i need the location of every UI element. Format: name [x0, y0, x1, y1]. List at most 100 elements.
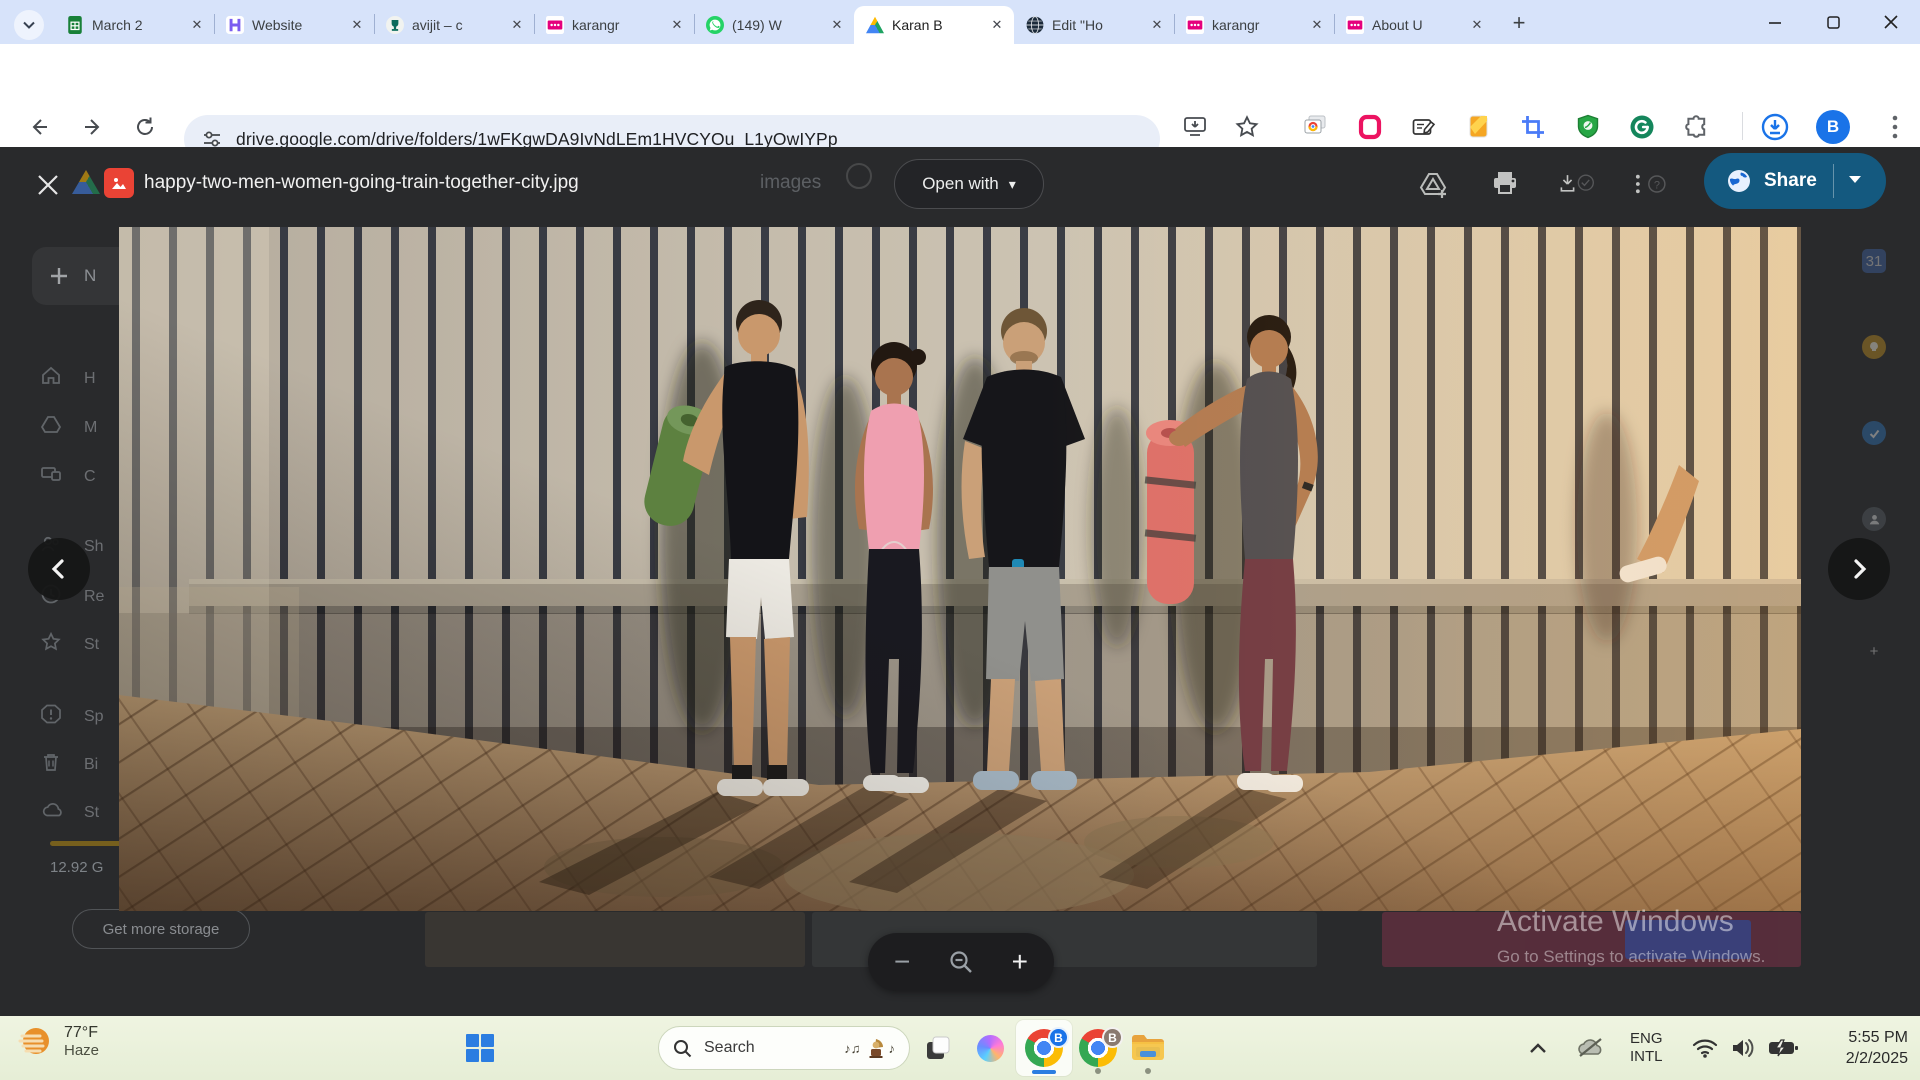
open-with-button[interactable]: Open with ▾: [894, 159, 1044, 209]
language-line2: INTL: [1630, 1048, 1663, 1066]
reload-button[interactable]: [128, 110, 162, 144]
task-view-button[interactable]: [920, 1030, 956, 1066]
ghost-storage-used: 12.92 G: [50, 859, 103, 876]
tab-close-button[interactable]: ✕: [508, 16, 526, 34]
browser-tab-4[interactable]: karangr✕: [534, 6, 694, 44]
tab-close-button[interactable]: ✕: [348, 16, 366, 34]
tab-close-button[interactable]: ✕: [188, 16, 206, 34]
clock[interactable]: 5:55 PM 2/2/2025: [1812, 1016, 1908, 1080]
taskbar-search[interactable]: Search ♪♫ ♪: [658, 1026, 910, 1070]
back-button[interactable]: [22, 110, 56, 144]
browser-tab-5[interactable]: (149) W ✕: [694, 6, 854, 44]
chevron-up-icon: [1528, 1041, 1548, 1055]
tray-date: 2/2/2025: [1846, 1048, 1908, 1069]
tab-close-button[interactable]: ✕: [1148, 16, 1166, 34]
svg-text:?: ?: [1654, 179, 1660, 191]
photos-extension-icon[interactable]: [1300, 112, 1330, 142]
tab-search-button[interactable]: [14, 10, 44, 40]
print-button[interactable]: [1486, 165, 1524, 203]
share-label: Share: [1764, 170, 1817, 192]
add-to-drive-icon: [1417, 168, 1449, 200]
download-button[interactable]: [1558, 165, 1596, 203]
screenshot-extension-icon[interactable]: [1464, 112, 1494, 142]
browser-tab-8[interactable]: karangr✕: [1174, 6, 1334, 44]
maximize-button[interactable]: [1804, 0, 1862, 44]
install-app-button[interactable]: [1180, 112, 1210, 142]
close-window-button[interactable]: [1862, 0, 1920, 44]
battery-button[interactable]: [1768, 1016, 1798, 1080]
browser-tab-3[interactable]: avijit – c✕: [374, 6, 534, 44]
wifi-button[interactable]: [1692, 1016, 1718, 1080]
add-shortcut-to-drive-button[interactable]: [1414, 165, 1452, 203]
forward-icon: [81, 115, 105, 139]
volume-button[interactable]: [1730, 1016, 1756, 1080]
grammarly-extension-icon[interactable]: [1627, 112, 1657, 142]
ghost-sidebar-item-drive: M: [40, 414, 97, 441]
file-explorer-button[interactable]: [1120, 1020, 1176, 1076]
browser-menu-button[interactable]: [1884, 110, 1906, 144]
maximize-icon: [1828, 17, 1839, 28]
chrome-profile-2-button[interactable]: B: [1070, 1020, 1126, 1076]
share-caret-button[interactable]: [1848, 172, 1862, 190]
ghost-background-text: images: [760, 172, 821, 194]
browser-tab-1[interactable]: March 2 ✕: [54, 6, 214, 44]
tab-title: March 2: [92, 17, 180, 33]
cloud-icon: [40, 799, 62, 826]
window-controls: [1746, 0, 1920, 44]
ghost-sidebar-item-star: St: [40, 631, 99, 658]
tab-title: Karan B: [892, 17, 980, 33]
copilot-button[interactable]: [972, 1030, 1008, 1066]
ghost-get-more-label: Get more storage: [103, 921, 220, 938]
start-button[interactable]: [466, 1034, 494, 1062]
task-view-icon: [925, 1035, 951, 1061]
chrome-profile-1-button[interactable]: B: [1016, 1020, 1072, 1076]
image-preview[interactable]: [119, 227, 1801, 911]
notes-extension-icon[interactable]: [1409, 112, 1439, 142]
browser-tab-6[interactable]: Karan B ✕: [854, 6, 1014, 44]
new-tab-button[interactable]: +: [1504, 8, 1534, 38]
computer-icon: [40, 463, 62, 490]
crop-extension-icon[interactable]: [1518, 112, 1548, 142]
tab-title: (149) W: [732, 17, 820, 33]
next-image-button[interactable]: [1828, 538, 1890, 600]
tab-close-button[interactable]: ✕: [828, 16, 846, 34]
zoom-in-button[interactable]: +: [1012, 948, 1028, 976]
reload-icon: [133, 115, 157, 139]
forward-button[interactable]: [76, 110, 110, 144]
more-actions-button[interactable]: ?: [1632, 165, 1670, 203]
profile-avatar[interactable]: B: [1816, 110, 1850, 144]
weather-temp: 77°F: [64, 1024, 99, 1042]
weather-widget[interactable]: 77°F Haze: [16, 1022, 99, 1060]
onedrive-status-button[interactable]: [1574, 1016, 1608, 1080]
browser-tab-2[interactable]: Website✕: [214, 6, 374, 44]
ghost-sidebar-label: M: [84, 419, 97, 437]
share-button[interactable]: Share: [1704, 153, 1886, 209]
adblock-extension-icon[interactable]: [1573, 112, 1603, 142]
tab-close-button[interactable]: ✕: [1308, 16, 1326, 34]
downloads-button[interactable]: [1760, 112, 1790, 142]
chevron-down-icon: [22, 18, 36, 32]
sheets-favicon: [66, 16, 84, 34]
browser-tab-9[interactable]: About U✕: [1334, 6, 1494, 44]
bookmark-star-button[interactable]: [1232, 112, 1262, 142]
whatsapp-favicon: [706, 16, 724, 34]
extensions-extension-icon[interactable]: [1682, 112, 1712, 142]
kebab-icon: [1892, 115, 1898, 139]
close-icon: [1885, 16, 1897, 28]
tray-caret-button[interactable]: [1528, 1016, 1548, 1080]
zoom-out-button[interactable]: −: [894, 948, 910, 976]
language-indicator[interactable]: ENG INTL: [1630, 1016, 1663, 1080]
windows-taskbar: 77°F Haze Search ♪♫ ♪: [0, 1016, 1920, 1080]
browser-tab-7[interactable]: Edit "Ho✕: [1014, 6, 1174, 44]
ghost-sidebar-label: Sp: [84, 708, 104, 726]
close-preview-button[interactable]: [32, 169, 64, 201]
previous-image-button[interactable]: [28, 538, 90, 600]
toolbar-divider: [1742, 112, 1743, 140]
minimize-button[interactable]: [1746, 0, 1804, 44]
tab-close-button[interactable]: ✕: [988, 16, 1006, 34]
tab-close-button[interactable]: ✕: [668, 16, 686, 34]
ghost-sidebar-item-alert: Sp: [40, 703, 104, 730]
search-placeholder: Search: [704, 1039, 755, 1057]
capture-extension-icon[interactable]: [1355, 112, 1385, 142]
tab-close-button[interactable]: ✕: [1468, 16, 1486, 34]
